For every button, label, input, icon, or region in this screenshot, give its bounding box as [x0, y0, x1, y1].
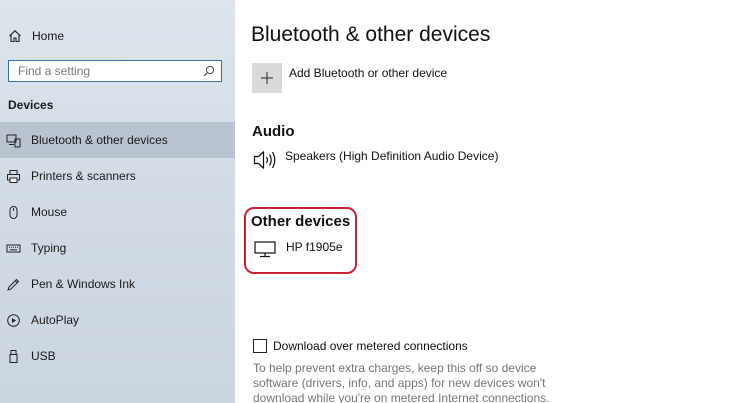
speaker-icon [253, 150, 276, 170]
metered-setting[interactable]: Download over metered connections [253, 339, 468, 353]
sidebar-section-title: Devices [8, 98, 54, 112]
audio-section-title: Audio [252, 123, 295, 140]
sidebar-item-mouse[interactable]: Mouse [0, 194, 235, 230]
sidebar-item-label: USB [31, 349, 56, 363]
sidebar-item-label: AutoPlay [31, 313, 80, 327]
plus-icon [261, 72, 273, 84]
home-label: Home [32, 29, 65, 43]
metered-label[interactable]: Download over metered connections [273, 339, 468, 353]
add-device-row[interactable]: Add Bluetooth or other device [252, 63, 447, 93]
home-icon [9, 30, 21, 43]
add-device-button[interactable] [252, 63, 282, 93]
sidebar-item-label: Typing [31, 241, 67, 255]
printer-icon [6, 169, 21, 184]
sidebar-item-printers[interactable]: Printers & scanners [0, 158, 235, 194]
metered-checkbox[interactable] [253, 339, 267, 353]
sidebar: Home Devices Bluetooth & other devices [0, 0, 235, 403]
other-devices-section-title: Other devices [251, 213, 351, 230]
add-device-label[interactable]: Add Bluetooth or other device [289, 66, 447, 80]
sidebar-nav: Bluetooth & other devices Printers & sca… [0, 122, 235, 374]
usb-icon [6, 349, 21, 364]
bluetooth-devices-icon [6, 133, 21, 148]
sidebar-item-label: Printers & scanners [31, 169, 136, 183]
page-title: Bluetooth & other devices [251, 23, 491, 46]
autoplay-icon [6, 313, 21, 328]
other-device-item[interactable]: HP f1905e [254, 240, 343, 258]
sidebar-item-bluetooth[interactable]: Bluetooth & other devices [0, 122, 235, 158]
keyboard-icon [6, 241, 21, 256]
sidebar-item-typing[interactable]: Typing [0, 230, 235, 266]
sidebar-item-pen[interactable]: Pen & Windows Ink [0, 266, 235, 302]
search-box[interactable] [8, 60, 222, 82]
sidebar-item-label: Pen & Windows Ink [31, 277, 136, 291]
sidebar-item-usb[interactable]: USB [0, 338, 235, 374]
home-nav-item[interactable]: Home [8, 27, 64, 45]
main-content: Bluetooth & other devices Add Bluetooth … [235, 0, 750, 403]
settings-window: Home Devices Bluetooth & other devices [0, 0, 750, 403]
pen-icon [6, 277, 21, 292]
search-input[interactable] [18, 64, 203, 78]
other-device-name: HP f1905e [286, 240, 343, 254]
audio-device-item[interactable]: Speakers (High Definition Audio Device) [253, 149, 498, 171]
mouse-icon [6, 205, 21, 220]
search-icon[interactable] [203, 65, 215, 77]
metered-help-text: To help prevent extra charges, keep this… [253, 361, 550, 403]
monitor-icon [254, 241, 276, 258]
audio-device-name: Speakers (High Definition Audio Device) [285, 149, 499, 163]
sidebar-item-label: Mouse [31, 205, 68, 219]
sidebar-item-autoplay[interactable]: AutoPlay [0, 302, 235, 338]
sidebar-item-label: Bluetooth & other devices [31, 133, 168, 147]
